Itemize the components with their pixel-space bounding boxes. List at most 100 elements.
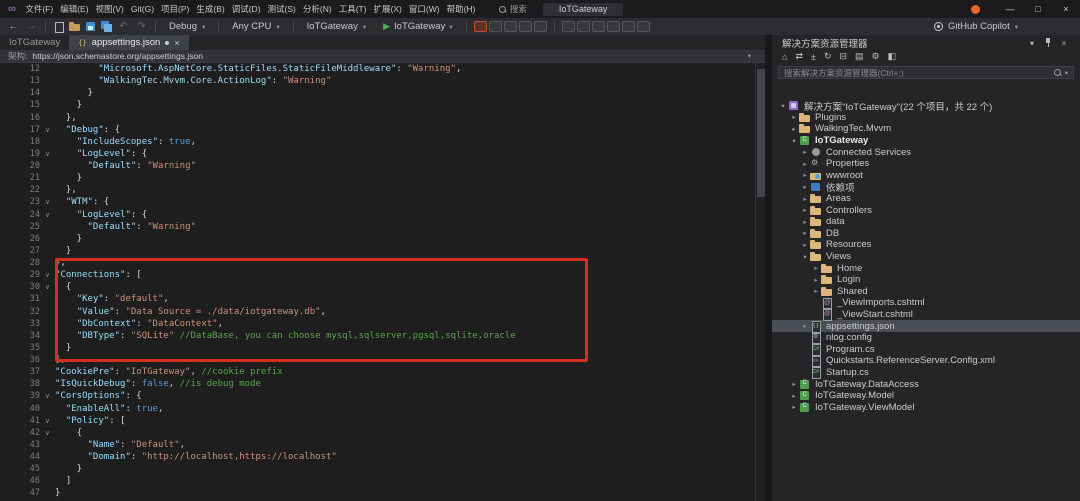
maximize-button[interactable]: □ — [1024, 0, 1052, 18]
code-line-28[interactable]: 28}, — [0, 257, 755, 269]
chevron-collapsed-icon[interactable]: ▸ — [789, 113, 799, 121]
line-number[interactable]: 13 — [0, 76, 40, 86]
restart-icon[interactable] — [503, 21, 517, 32]
line-number[interactable]: 39 — [0, 391, 40, 401]
navigate-backward-icon[interactable] — [576, 21, 590, 32]
tree-item-viewimports-cshtml[interactable]: _ViewImports.cshtml — [772, 297, 1080, 310]
code-line-27[interactable]: 27 } — [0, 245, 755, 257]
line-number[interactable]: 43 — [0, 440, 40, 450]
close-panel-icon[interactable]: × — [1056, 39, 1072, 48]
tree-item-quickstarts-xml[interactable]: Quickstarts.ReferenceServer.Config.xml — [772, 355, 1080, 368]
tree-item-properties[interactable]: ▸ Properties — [772, 158, 1080, 170]
tree-item-nlog-config[interactable]: nlog.config — [772, 332, 1080, 345]
menu-item-7[interactable]: 测试(S) — [264, 3, 299, 15]
line-number[interactable]: 16 — [0, 113, 40, 123]
chevron-collapsed-icon[interactable]: ▸ — [800, 206, 810, 214]
tree-item-dependencies[interactable]: ▸ 依赖项 — [772, 181, 1080, 194]
code-line-40[interactable]: 40 "EnableAll": true, — [0, 403, 755, 415]
refresh-icon[interactable]: ↻ — [824, 51, 832, 62]
chevron-down-icon[interactable]: ▾ — [1024, 39, 1040, 48]
code-line-25[interactable]: 25 "Default": "Warning" — [0, 221, 755, 233]
line-number[interactable]: 14 — [0, 88, 40, 98]
panel-splitter[interactable] — [765, 35, 772, 501]
menu-item-9[interactable]: 工具(T) — [335, 3, 370, 15]
code-line-24[interactable]: 24 ∨ "LogLevel": { — [0, 209, 755, 221]
line-number[interactable]: 20 — [0, 161, 40, 171]
line-number[interactable]: 15 — [0, 100, 40, 110]
tree-item-iotgateway-model[interactable]: ▸ IoTGateway.Model — [772, 390, 1080, 402]
chevron-collapsed-icon[interactable]: ▸ — [800, 160, 810, 168]
chevron-collapsed-icon[interactable]: ▸ — [800, 322, 810, 330]
chevron-collapsed-icon[interactable]: ▸ — [800, 171, 810, 179]
fold-chevron-icon[interactable]: ∨ — [40, 417, 55, 425]
properties-icon[interactable]: ⚙ — [872, 51, 880, 62]
line-number[interactable]: 42 — [0, 428, 40, 438]
code-line-38[interactable]: 38 "IsQuickDebug": false, //is debug mode — [0, 378, 755, 390]
tree-item-shared[interactable]: ▸ Shared — [772, 286, 1080, 298]
code-line-33[interactable]: 33 "DbContext": "DataContext", — [0, 318, 755, 330]
chevron-collapsed-icon[interactable]: ▸ — [800, 241, 810, 249]
code-line-15[interactable]: 15 } — [0, 99, 755, 111]
code-line-47[interactable]: 47} — [0, 487, 755, 499]
code-editor[interactable]: 12 "Microsoft.AspNetCore.StaticFiles.Sta… — [0, 63, 755, 501]
fold-chevron-icon[interactable]: ∨ — [40, 150, 55, 158]
outline-icon[interactable] — [636, 21, 650, 32]
navigate-back-icon[interactable]: ← — [6, 21, 21, 32]
tree-item-login[interactable]: ▸ Login — [772, 274, 1080, 286]
uncomment-icon[interactable] — [606, 21, 620, 32]
code-line-34[interactable]: 34 "DBType": "SQLite" //DataBase, you ca… — [0, 330, 755, 342]
code-line-23[interactable]: 23 ∨ "WTM": { — [0, 196, 755, 208]
json-schema-bar[interactable]: 架构: https://json.schemastore.org/appsett… — [0, 50, 765, 63]
chevron-expanded-icon[interactable]: ▾ — [778, 102, 788, 110]
tree-item-connected-services[interactable]: ▸ Connected Services — [772, 146, 1080, 158]
menu-item-1[interactable]: 编辑(E) — [57, 3, 92, 15]
line-number[interactable]: 27 — [0, 246, 40, 256]
fold-chevron-icon[interactable]: ∨ — [40, 198, 55, 206]
chevron-expanded-icon[interactable]: ▾ — [800, 253, 810, 261]
line-number[interactable]: 32 — [0, 307, 40, 317]
scrollbar-thumb[interactable] — [757, 69, 765, 197]
solution-explorer-search[interactable]: 搜索解决方案资源管理器(Ctrl+;) ▾ — [778, 66, 1074, 79]
redo-icon[interactable]: ↷ — [134, 21, 149, 32]
line-number[interactable]: 21 — [0, 173, 40, 183]
line-number[interactable]: 38 — [0, 379, 40, 389]
tree-item-data[interactable]: ▸ data — [772, 216, 1080, 228]
line-number[interactable]: 45 — [0, 464, 40, 474]
tree-item-plugins[interactable]: ▸ Plugins — [772, 112, 1080, 124]
tree-item-viewstart-cshtml[interactable]: _ViewStart.cshtml — [772, 309, 1080, 321]
fold-chevron-icon[interactable]: ∨ — [40, 211, 55, 219]
tree-item-db[interactable]: ▸ DB — [772, 228, 1080, 240]
step-into-icon[interactable] — [518, 21, 532, 32]
solution-platform-dropdown[interactable]: Any CPU ▾ — [225, 20, 286, 33]
solution-configuration-dropdown[interactable]: Debug ▾ — [162, 20, 212, 33]
line-number[interactable]: 29 — [0, 270, 40, 280]
menu-item-10[interactable]: 扩展(X) — [370, 3, 405, 15]
chevron-collapsed-icon[interactable]: ▸ — [800, 229, 810, 237]
tree-item-solution[interactable]: ▾ 解决方案"IoTGateway"(22 个项目，共 22 个) — [772, 100, 1080, 113]
undo-icon[interactable]: ↶ — [116, 21, 131, 32]
show-all-files-icon[interactable]: ▤ — [855, 51, 864, 62]
line-number[interactable]: 31 — [0, 294, 40, 304]
preview-selected-icon[interactable]: ◧ — [888, 51, 897, 62]
line-number[interactable]: 25 — [0, 222, 40, 232]
chevron-expanded-icon[interactable]: ▾ — [789, 137, 799, 145]
startup-project-dropdown[interactable]: IoTGateway ▾ — [300, 20, 373, 33]
tree-item-home[interactable]: ▸ Home — [772, 262, 1080, 274]
editor-scrollbar[interactable] — [755, 63, 765, 501]
code-line-35[interactable]: 35 } — [0, 342, 755, 354]
code-line-16[interactable]: 16 }, — [0, 112, 755, 124]
line-number[interactable]: 18 — [0, 137, 40, 147]
code-line-41[interactable]: 41 ∨ "Policy": [ — [0, 415, 755, 427]
fold-chevron-icon[interactable]: ∨ — [40, 429, 55, 437]
switch-views-icon[interactable]: ⇄ — [795, 51, 803, 62]
save-all-icon[interactable] — [100, 20, 113, 33]
menu-item-3[interactable]: Git(G) — [127, 4, 157, 14]
line-number[interactable]: 24 — [0, 210, 40, 220]
tree-item-areas[interactable]: ▸ Areas — [772, 193, 1080, 205]
code-line-30[interactable]: 30 ∨ { — [0, 281, 755, 293]
tab-appsettings-json[interactable]: {} appsettings.json × — [69, 35, 189, 50]
chevron-collapsed-icon[interactable]: ▸ — [800, 218, 810, 226]
code-line-29[interactable]: 29 ∨ "Connections": [ — [0, 269, 755, 281]
code-line-36[interactable]: 36], — [0, 354, 755, 366]
code-line-21[interactable]: 21 } — [0, 172, 755, 184]
